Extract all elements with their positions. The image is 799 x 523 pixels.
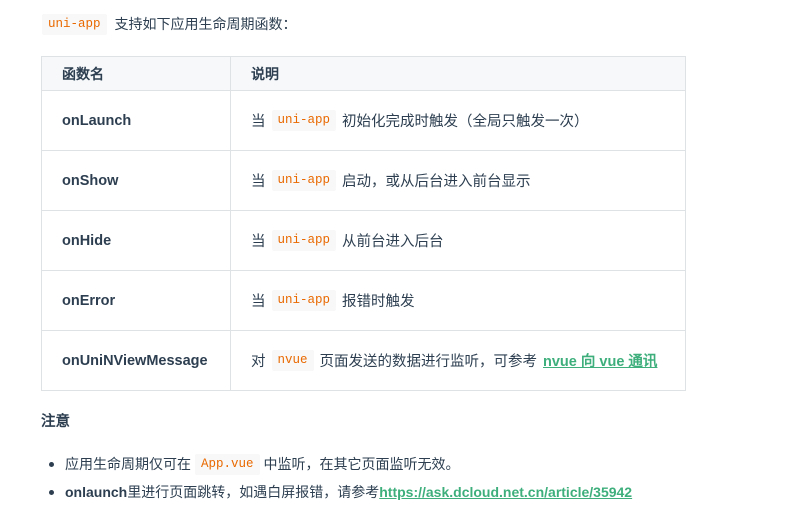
table-header-row: 函数名 说明: [41, 56, 686, 91]
inline-code: nvue: [271, 350, 314, 371]
description-prefix: 对: [251, 354, 266, 370]
bullet-icon: [49, 462, 54, 467]
description-prefix: 当: [251, 294, 266, 310]
description-text: 初始化完成时触发（全局只触发一次）: [342, 114, 589, 130]
description-prefix: 当: [251, 114, 266, 130]
function-name: onError: [41, 270, 231, 331]
note-text: 中监听，在其它页面监听无效。: [263, 456, 460, 472]
function-description: 当 uni-app 报错时触发: [230, 270, 686, 331]
list-item: 应用生命周期仅可在 App.vue 中监听，在其它页面监听无效。: [49, 450, 632, 478]
notes-list: 应用生命周期仅可在 App.vue 中监听，在其它页面监听无效。 onlaunc…: [41, 450, 632, 506]
dcloud-article-link[interactable]: https://ask.dcloud.net.cn/article/35942: [379, 484, 632, 500]
inline-code: uni-app: [271, 170, 337, 191]
note-bold-term: onlaunch: [65, 484, 128, 500]
description-text: 报错时触发: [342, 294, 415, 310]
table-row: onUniNViewMessage 对 nvue 页面发送的数据进行监听，可参考…: [41, 330, 686, 391]
bullet-icon: [49, 490, 54, 495]
column-header-function: 函数名: [41, 56, 231, 91]
table-row: onShow 当 uni-app 启动，或从后台进入前台显示: [41, 150, 686, 211]
intro-text: 支持如下应用生命周期函数：: [114, 16, 297, 32]
function-description: 当 uni-app 启动，或从后台进入前台显示: [230, 150, 686, 211]
table-row: onError 当 uni-app 报错时触发: [41, 270, 686, 331]
inline-code: uni-app: [271, 230, 337, 251]
function-name: onShow: [41, 150, 231, 211]
function-description: 当 uni-app 初始化完成时触发（全局只触发一次）: [230, 90, 686, 151]
intro-line: uni-app 支持如下应用生命周期函数：: [42, 12, 297, 36]
inline-code: uni-app: [271, 290, 337, 311]
description-text: 页面发送的数据进行监听，可参考: [319, 354, 538, 370]
note-heading: 注意: [41, 414, 70, 430]
function-name: onUniNViewMessage: [41, 330, 231, 391]
lifecycle-table: 函数名 说明 onLaunch 当 uni-app 初始化完成时触发（全局只触发…: [41, 56, 686, 391]
inline-code: App.vue: [195, 453, 260, 475]
function-name: onLaunch: [41, 90, 231, 151]
column-header-description: 说明: [230, 56, 686, 91]
table-row: onLaunch 当 uni-app 初始化完成时触发（全局只触发一次）: [41, 90, 686, 151]
table-row: onHide 当 uni-app 从前台进入后台: [41, 210, 686, 271]
function-description: 当 uni-app 从前台进入后台: [230, 210, 686, 271]
nvue-vue-communication-link[interactable]: nvue 向 vue 通讯: [543, 350, 657, 371]
inline-code: uni-app: [271, 110, 337, 131]
description-prefix: 当: [251, 174, 266, 190]
inline-code: uni-app: [42, 13, 107, 35]
note-text: 应用生命周期仅可在: [65, 456, 191, 472]
function-description: 对 nvue 页面发送的数据进行监听，可参考 nvue 向 vue 通讯: [230, 330, 686, 391]
function-name: onHide: [41, 210, 231, 271]
description-text: 启动，或从后台进入前台显示: [342, 174, 531, 190]
note-text: 里进行页面跳转，如遇白屏报错，请参考: [127, 484, 380, 500]
description-prefix: 当: [251, 234, 266, 250]
description-text: 从前台进入后台: [342, 234, 444, 250]
list-item: onlaunch 里进行页面跳转，如遇白屏报错，请参考 https://ask.dc…: [49, 478, 632, 506]
